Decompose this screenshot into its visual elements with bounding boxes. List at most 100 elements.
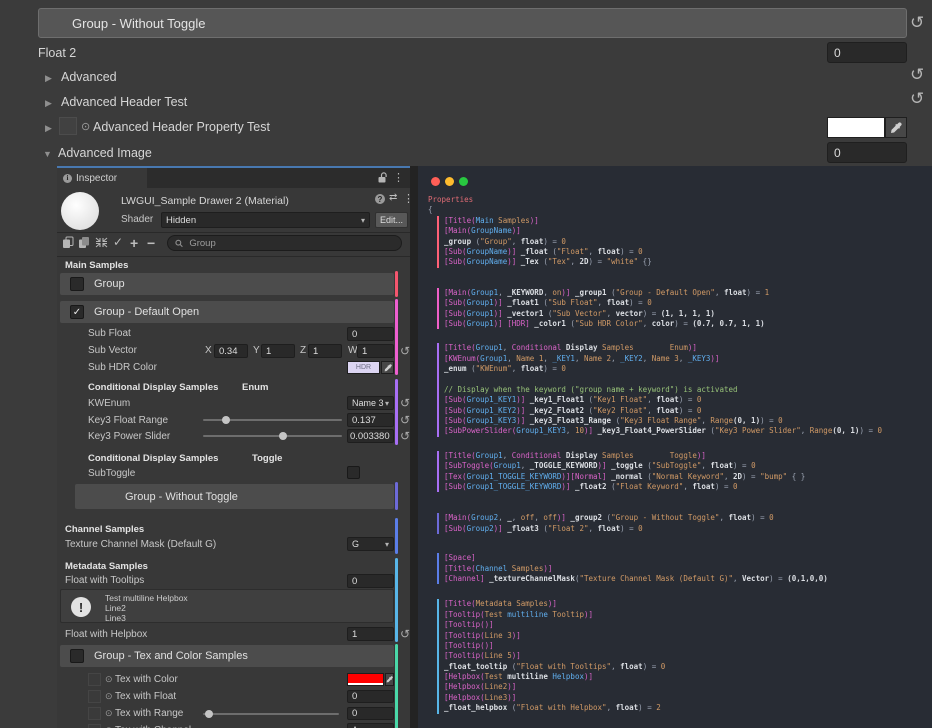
eyedropper-button[interactable] — [385, 673, 394, 686]
group-without-toggle-header[interactable]: Group - Without Toggle — [75, 484, 394, 509]
chevron-right-icon[interactable]: ▶ — [45, 124, 52, 133]
code-line: [Tooltip()] — [444, 620, 928, 630]
group-header[interactable]: Group — [60, 273, 394, 295]
revert-icon[interactable]: ↺ — [910, 90, 924, 107]
advanced-image-input[interactable] — [827, 142, 907, 163]
revert-icon[interactable]: ↺ — [910, 66, 924, 83]
revert-icon[interactable]: ↺ — [400, 345, 410, 357]
code-editor: Properties { [Title(Main Samples)][Main(… — [418, 166, 932, 728]
accent-bar-main — [395, 271, 398, 297]
texture-thumbnail — [59, 117, 77, 135]
float2-input[interactable] — [827, 42, 907, 63]
group-default-open-checkbox[interactable]: ✓ — [70, 305, 84, 319]
search-input[interactable] — [187, 237, 394, 250]
revert-icon[interactable]: ↺ — [400, 430, 410, 442]
accent-bar-group1 — [395, 299, 398, 375]
texture-channel-mask-label: Texture Channel Mask (Default G) — [65, 539, 216, 550]
float-tooltips-label: Float with Tooltips — [65, 575, 144, 586]
chevron-down-icon: ▾ — [361, 216, 365, 225]
plus-icon[interactable]: + — [130, 235, 138, 251]
material-preview-sphere[interactable] — [61, 192, 99, 230]
kebab-menu-icon[interactable]: ⋮ — [393, 171, 404, 184]
revert-icon[interactable]: ↺ — [400, 414, 410, 426]
advanced-foldout-label[interactable]: Advanced — [61, 70, 117, 84]
minimize-icon[interactable] — [445, 177, 454, 186]
search-field[interactable] — [167, 235, 402, 251]
kebab-menu-icon[interactable]: ⋮ — [403, 192, 410, 205]
edit-button[interactable]: Edit... — [375, 212, 408, 228]
sub-vector-label: Sub Vector — [88, 345, 137, 356]
code-block: [Title(Metadata Samples)][Tooltip(Test m… — [437, 599, 928, 713]
copy-icon[interactable] — [62, 236, 74, 249]
sub-float-input[interactable]: 0 — [347, 327, 394, 341]
revert-icon[interactable]: ↺ — [400, 628, 410, 640]
group-tex-color-checkbox[interactable] — [70, 649, 84, 663]
lock-icon[interactable] — [377, 172, 388, 184]
help-icon[interactable]: ? — [375, 194, 385, 204]
tex-range-slider-track[interactable] — [203, 713, 339, 715]
tex-color-swatch[interactable] — [347, 673, 384, 686]
vector-x-input[interactable]: 0.34 — [214, 344, 248, 358]
collapse-icon[interactable] — [95, 237, 108, 248]
code-line: [Main(Group1, _KEYWORD, on)] _group1 ("G… — [444, 288, 928, 298]
alpha-bar — [348, 683, 383, 685]
key3-power-input[interactable]: 0.003380 — [347, 429, 394, 443]
vector-x-label: X — [205, 345, 212, 356]
key3-power-slider-knob[interactable] — [279, 432, 287, 440]
chevron-down-icon[interactable]: ▼ — [43, 150, 52, 159]
warning-icon: ! — [71, 597, 91, 617]
group-checkbox[interactable] — [70, 277, 84, 291]
vector-y-input[interactable]: 1 — [261, 344, 295, 358]
advanced-image-label[interactable]: Advanced Image — [58, 146, 152, 160]
checkmark-icon[interactable]: ✓ — [113, 235, 123, 249]
key3-range-slider-knob[interactable] — [222, 416, 230, 424]
float-tooltips-input[interactable]: 0 — [347, 574, 394, 588]
group-without-toggle-header-bar[interactable]: Group - Without Toggle — [38, 8, 907, 38]
eyedropper-button[interactable] — [885, 117, 907, 138]
subtoggle-checkbox[interactable] — [347, 466, 360, 479]
revert-icon[interactable]: ↺ — [400, 397, 410, 409]
tex-range-slider-knob[interactable] — [205, 710, 213, 718]
revert-icon[interactable]: ↺ — [910, 14, 924, 31]
tab-inspector[interactable]: i Inspector — [57, 168, 147, 188]
tab-label: Inspector — [76, 173, 117, 184]
color-swatch[interactable] — [827, 117, 885, 138]
key3-power-slider-track[interactable] — [203, 435, 342, 437]
eyedropper-icon — [384, 364, 392, 372]
group-tex-color-header[interactable]: Group - Tex and Color Samples — [60, 645, 394, 667]
chevron-down-icon: ▾ — [385, 399, 389, 408]
float-helpbox-label: Float with Helpbox — [65, 629, 147, 640]
accent-bar-enum — [395, 379, 398, 445]
key3-range-input[interactable]: 0.137 — [347, 413, 394, 427]
texture-channel-dropdown[interactable]: G ▾ — [347, 537, 394, 551]
tex-float-input[interactable]: 0 — [347, 690, 394, 703]
section-conditional-toggle-suffix: Toggle — [252, 453, 282, 464]
close-icon[interactable] — [431, 177, 440, 186]
minus-icon[interactable]: − — [147, 235, 155, 251]
vector-z-input[interactable]: 1 — [308, 344, 342, 358]
float-helpbox-input[interactable]: 1 — [347, 627, 394, 641]
chevron-right-icon[interactable]: ▶ — [45, 74, 52, 83]
code-line: [Sub(GroupName)] _float ("Float", float)… — [444, 247, 928, 257]
tex-with-float-label: Tex with Float — [115, 691, 176, 702]
code-block: [Space][Title(Channel Samples)][Channel]… — [437, 553, 928, 584]
presets-icon[interactable]: ⇄ — [389, 192, 397, 203]
chevron-right-icon[interactable]: ▶ — [45, 99, 52, 108]
code-line: _group ("Group", float) = 0 — [444, 237, 928, 247]
vector-w-input[interactable]: 1 — [357, 344, 394, 358]
code-line: [Main(GroupName)] — [444, 226, 928, 236]
shader-dropdown[interactable]: Hidden ▾ — [161, 212, 370, 228]
eyedropper-button[interactable] — [381, 361, 394, 374]
kwenum-dropdown[interactable]: Name 3 ▾ — [347, 396, 394, 410]
code-block: [Title(Main Samples)][Main(GroupName)]_g… — [437, 216, 928, 268]
code-line: [Sub(Group1)] _float1 ("Sub Float", floa… — [444, 298, 928, 308]
group-default-open-header[interactable]: ✓ Group - Default Open — [60, 301, 394, 323]
advanced-header-property-label[interactable]: Advanced Header Property Test — [93, 120, 270, 134]
hdr-color-swatch[interactable]: HDR — [347, 361, 380, 374]
advanced-header-test-label[interactable]: Advanced Header Test — [61, 95, 187, 109]
tex-range-input[interactable]: 0 — [347, 707, 394, 720]
code-line: _float_helpbox ("Float with Helpbox", fl… — [444, 703, 928, 713]
maximize-icon[interactable] — [459, 177, 468, 186]
tex-channel-dropdown[interactable]: A ▾ — [347, 723, 394, 728]
paste-icon[interactable] — [78, 236, 90, 249]
